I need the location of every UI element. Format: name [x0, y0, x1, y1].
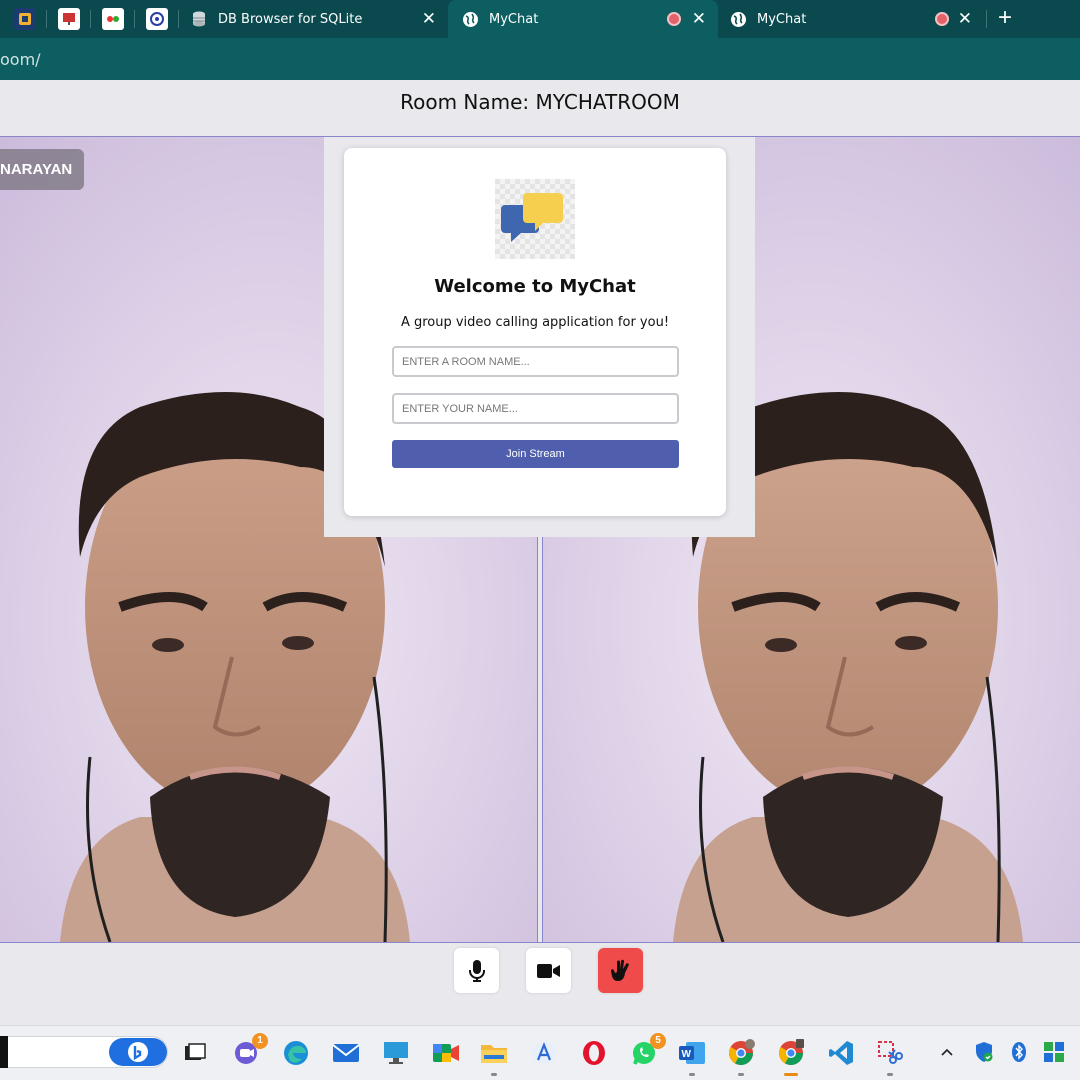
edge-browser-icon[interactable]	[282, 1039, 310, 1067]
recording-indicator-icon	[935, 12, 949, 26]
whatsapp-icon[interactable]: 5	[630, 1033, 666, 1067]
recording-indicator-icon	[667, 12, 681, 26]
chat-bubbles-logo-icon	[495, 179, 575, 259]
join-modal: Welcome to MyChat A group video calling …	[324, 137, 755, 537]
running-indicator	[784, 1073, 798, 1076]
leave-button[interactable]	[598, 948, 643, 993]
page-title: Room Name: MYCHATROOM	[400, 90, 680, 114]
tab-db-browser[interactable]: DB Browser for SQLite ✕	[190, 0, 448, 38]
chrome-profile-1-icon[interactable]	[727, 1039, 755, 1076]
bing-icon[interactable]	[109, 1038, 167, 1066]
browser-tab-strip: DB Browser for SQLite ✕ MyChat ✕ MyChat …	[0, 0, 1080, 38]
task-view-icon[interactable]	[181, 1039, 209, 1067]
notification-badge: 5	[650, 1033, 666, 1049]
bluetooth-icon[interactable]	[1008, 1041, 1030, 1063]
close-tab-icon[interactable]: ✕	[958, 10, 972, 27]
vscode-icon[interactable]	[827, 1039, 855, 1067]
running-indicator	[887, 1073, 893, 1076]
url-text[interactable]: oom/	[0, 50, 41, 69]
app-page: Room Name: MYCHATROOM NARAYAN Welcome to…	[0, 80, 1080, 1025]
taskbar-search-box[interactable]	[0, 1036, 168, 1068]
notification-badge: 1	[252, 1033, 268, 1049]
opera-browser-icon[interactable]	[580, 1039, 608, 1067]
widget-tray-icon[interactable]	[1043, 1041, 1065, 1063]
pinned-tab-colorful-icon[interactable]	[102, 8, 124, 30]
welcome-heading: Welcome to MyChat	[434, 276, 636, 297]
remote-desktop-icon[interactable]	[382, 1039, 410, 1067]
join-stream-button[interactable]: Join Stream	[392, 440, 679, 468]
pinned-tab-presentation-icon[interactable]	[58, 8, 80, 30]
tab-mychat-active[interactable]: MyChat ✕	[448, 0, 718, 38]
user-name-input[interactable]	[392, 393, 679, 424]
mail-icon[interactable]	[332, 1039, 360, 1067]
tab-title: DB Browser for SQLite	[218, 11, 363, 27]
tab-title: MyChat	[489, 11, 539, 27]
database-icon	[190, 10, 208, 28]
windows-taskbar: 1 5 W	[0, 1025, 1080, 1080]
app-installer-icon[interactable]	[530, 1039, 558, 1067]
chevron-up-icon[interactable]	[936, 1041, 958, 1063]
chrome-profile-2-icon[interactable]	[777, 1039, 805, 1076]
camera-button[interactable]	[526, 948, 571, 993]
join-card: Welcome to MyChat A group video calling …	[344, 148, 726, 516]
stage-bottom-border	[0, 942, 1080, 943]
participant-name-tag: NARAYAN	[0, 149, 85, 190]
video-camera-icon	[536, 963, 560, 978]
tab-separator	[46, 10, 47, 28]
meet-video-icon[interactable]	[432, 1039, 460, 1067]
tab-separator	[986, 10, 987, 28]
tab-title: MyChat	[757, 11, 807, 27]
running-indicator	[689, 1073, 695, 1076]
close-tab-icon[interactable]: ✕	[422, 10, 436, 27]
microphone-icon	[468, 959, 485, 982]
tab-mychat[interactable]: MyChat ✕	[718, 0, 988, 38]
file-explorer-icon[interactable]	[480, 1039, 508, 1076]
tab-separator	[90, 10, 91, 28]
snipping-tool-icon[interactable]	[876, 1039, 904, 1076]
svg-text:W: W	[682, 1049, 692, 1060]
pinned-tab-app-icon[interactable]	[14, 8, 36, 30]
search-edge	[0, 1036, 8, 1068]
tagline-text: A group video calling application for yo…	[400, 315, 670, 330]
pinned-tab-network-icon[interactable]	[146, 8, 168, 30]
word-icon[interactable]: W	[678, 1039, 706, 1076]
room-name-input[interactable]	[392, 346, 679, 377]
new-tab-button[interactable]: +	[998, 6, 1012, 30]
teams-chat-icon[interactable]: 1	[232, 1033, 268, 1067]
security-shield-icon[interactable]	[973, 1041, 995, 1063]
globe-icon	[462, 11, 479, 28]
hand-icon	[610, 959, 629, 981]
globe-icon	[730, 11, 747, 28]
mic-button[interactable]	[454, 948, 499, 993]
tab-separator	[134, 10, 135, 28]
address-bar[interactable]: oom/	[0, 38, 1080, 80]
tab-separator	[178, 10, 179, 28]
close-tab-icon[interactable]: ✕	[692, 10, 706, 27]
running-indicator	[491, 1073, 497, 1076]
running-indicator	[738, 1073, 744, 1076]
